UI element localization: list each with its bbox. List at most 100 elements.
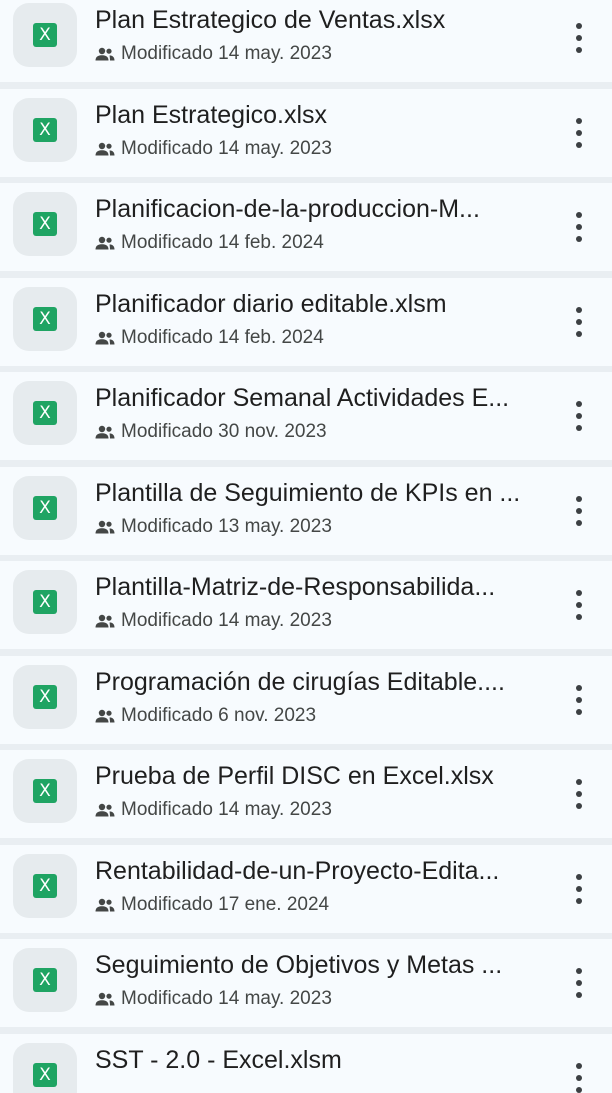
file-name: Planificador diario editable.xlsm [95, 290, 447, 318]
file-row[interactable]: X Planificador Semanal Actividades E... … [0, 372, 612, 460]
more-vert-icon [576, 590, 582, 596]
more-vert-icon [576, 496, 582, 502]
file-row[interactable]: X Plantilla-Matriz-de-Responsabilida... … [0, 561, 612, 649]
excel-icon: X [33, 1063, 57, 1087]
people-icon [95, 142, 115, 156]
file-thumbnail: X [13, 381, 77, 445]
more-options-button[interactable] [562, 680, 596, 720]
file-name: Plantilla de Seguimiento de KPIs en ... [95, 479, 521, 507]
people-icon [95, 803, 115, 817]
file-meta: Modificado 14 may. 2023 [95, 42, 332, 66]
file-name: Planificacion-de-la-produccion-M... [95, 195, 480, 223]
file-row[interactable]: X Prueba de Perfil DISC en Excel.xlsx Mo… [0, 750, 612, 838]
file-thumbnail: X [13, 3, 77, 67]
file-row[interactable]: X Seguimiento de Objetivos y Metas ... M… [0, 939, 612, 1027]
file-name: Planificador Semanal Actividades E... [95, 384, 510, 412]
people-icon [95, 236, 115, 250]
excel-icon: X [33, 685, 57, 709]
file-thumbnail: X [13, 98, 77, 162]
modified-date: Modificado 13 may. 2023 [121, 516, 332, 537]
file-row[interactable]: X Plantilla de Seguimiento de KPIs en ..… [0, 467, 612, 555]
file-thumbnail: X [13, 854, 77, 918]
file-row[interactable]: X Programación de cirugías Editable.... … [0, 656, 612, 744]
excel-icon: X [33, 874, 57, 898]
modified-date: Modificado 14 may. 2023 [121, 988, 332, 1009]
people-icon [95, 331, 115, 345]
more-vert-icon [576, 874, 582, 880]
file-meta: Modificado 13 may. 2023 [95, 515, 332, 539]
file-thumbnail: X [13, 287, 77, 351]
more-options-button[interactable] [562, 963, 596, 1003]
people-icon [95, 47, 115, 61]
excel-icon: X [33, 590, 57, 614]
file-thumbnail: X [13, 759, 77, 823]
file-name: Plantilla-Matriz-de-Responsabilida... [95, 573, 496, 601]
file-row[interactable]: X Planificacion-de-la-produccion-M... Mo… [0, 183, 612, 271]
more-vert-icon [576, 779, 582, 785]
modified-date: Modificado 30 nov. 2023 [121, 421, 327, 442]
file-thumbnail: X [13, 570, 77, 634]
file-name: SST - 2.0 - Excel.xlsm [95, 1046, 342, 1074]
more-options-button[interactable] [562, 396, 596, 436]
file-name: Rentabilidad-de-un-Proyecto-Edita... [95, 857, 500, 885]
more-options-button[interactable] [562, 113, 596, 153]
file-meta: Modificado 30 nov. 2023 [95, 420, 327, 444]
modified-date: Modificado 14 feb. 2024 [121, 327, 324, 348]
file-row[interactable]: X Plan Estrategico de Ventas.xlsx Modifi… [0, 0, 612, 82]
excel-icon: X [33, 496, 57, 520]
file-name: Plan Estrategico.xlsx [95, 101, 328, 129]
file-row[interactable]: X Rentabilidad-de-un-Proyecto-Edita... M… [0, 845, 612, 933]
more-options-button[interactable] [562, 491, 596, 531]
more-vert-icon [576, 23, 582, 29]
file-name: Prueba de Perfil DISC en Excel.xlsx [95, 762, 494, 790]
file-row[interactable]: X SST - 2.0 - Excel.xlsm [0, 1034, 612, 1093]
file-meta: Modificado 17 ene. 2024 [95, 893, 329, 917]
people-icon [95, 898, 115, 912]
more-vert-icon [576, 307, 582, 313]
excel-icon: X [33, 118, 57, 142]
modified-date: Modificado 14 may. 2023 [121, 610, 332, 631]
file-thumbnail: X [13, 192, 77, 256]
file-meta: Modificado 14 feb. 2024 [95, 231, 324, 255]
file-row[interactable]: X Plan Estrategico.xlsx Modificado 14 ma… [0, 89, 612, 177]
modified-date: Modificado 14 may. 2023 [121, 43, 332, 64]
excel-icon: X [33, 307, 57, 331]
modified-date: Modificado 14 may. 2023 [121, 138, 332, 159]
more-options-button[interactable] [562, 869, 596, 909]
file-thumbnail: X [13, 665, 77, 729]
file-meta: Modificado 14 may. 2023 [95, 798, 332, 822]
excel-icon: X [33, 23, 57, 47]
file-name: Programación de cirugías Editable.... [95, 668, 505, 696]
people-icon [95, 520, 115, 534]
more-options-button[interactable] [562, 1058, 596, 1093]
excel-icon: X [33, 779, 57, 803]
file-thumbnail: X [13, 1043, 77, 1093]
file-meta: Modificado 14 may. 2023 [95, 987, 332, 1011]
modified-date: Modificado 6 nov. 2023 [121, 705, 317, 726]
excel-icon: X [33, 401, 57, 425]
file-meta: Modificado 14 may. 2023 [95, 609, 332, 633]
file-meta: Modificado 14 may. 2023 [95, 137, 332, 161]
people-icon [95, 614, 115, 628]
more-options-button[interactable] [562, 585, 596, 625]
more-vert-icon [576, 685, 582, 691]
file-thumbnail: X [13, 476, 77, 540]
more-options-button[interactable] [562, 18, 596, 58]
people-icon [95, 709, 115, 723]
modified-date: Modificado 17 ene. 2024 [121, 894, 330, 915]
file-name: Plan Estrategico de Ventas.xlsx [95, 6, 446, 34]
people-icon [95, 425, 115, 439]
more-vert-icon [576, 968, 582, 974]
more-options-button[interactable] [562, 207, 596, 247]
people-icon [95, 992, 115, 1006]
excel-icon: X [33, 212, 57, 236]
file-row[interactable]: X Planificador diario editable.xlsm Modi… [0, 278, 612, 366]
more-options-button[interactable] [562, 774, 596, 814]
more-options-button[interactable] [562, 302, 596, 342]
file-meta: Modificado 14 feb. 2024 [95, 326, 324, 350]
file-name: Seguimiento de Objetivos y Metas ... [95, 951, 503, 979]
file-meta: Modificado 6 nov. 2023 [95, 704, 316, 728]
modified-date: Modificado 14 feb. 2024 [121, 232, 324, 253]
more-vert-icon [576, 212, 582, 218]
more-vert-icon [576, 401, 582, 407]
